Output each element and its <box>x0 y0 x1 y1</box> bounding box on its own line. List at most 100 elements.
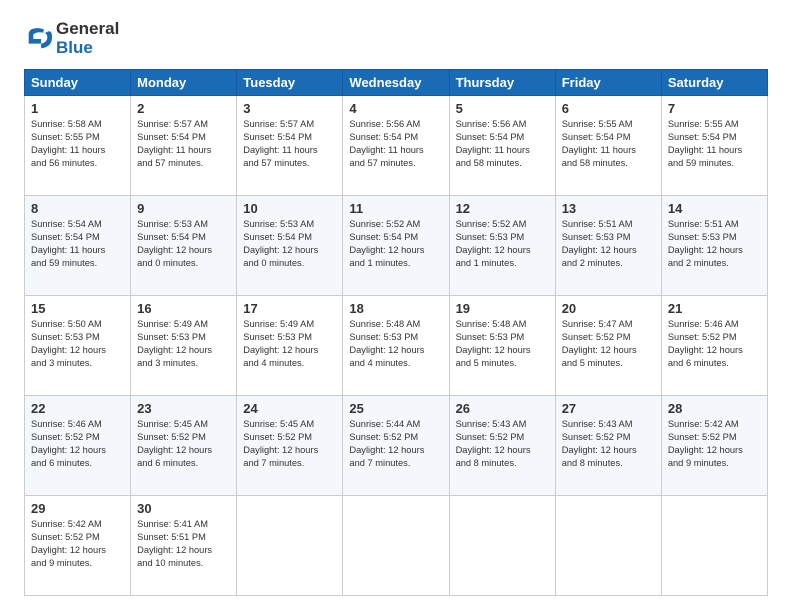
day-number: 14 <box>668 201 761 216</box>
cell-info: Sunrise: 5:46 AM Sunset: 5:52 PM Dayligh… <box>668 318 761 370</box>
col-saturday: Saturday <box>661 70 767 96</box>
table-row: 14 Sunrise: 5:51 AM Sunset: 5:53 PM Dayl… <box>661 196 767 296</box>
day-number: 20 <box>562 301 655 316</box>
table-row: 11 Sunrise: 5:52 AM Sunset: 5:54 PM Dayl… <box>343 196 449 296</box>
empty-cell <box>555 496 661 596</box>
calendar-table: Sunday Monday Tuesday Wednesday Thursday… <box>24 69 768 596</box>
table-row: 5 Sunrise: 5:56 AM Sunset: 5:54 PM Dayli… <box>449 96 555 196</box>
cell-info: Sunrise: 5:48 AM Sunset: 5:53 PM Dayligh… <box>456 318 549 370</box>
empty-cell <box>449 496 555 596</box>
table-row: 29 Sunrise: 5:42 AM Sunset: 5:52 PM Dayl… <box>25 496 131 596</box>
day-number: 23 <box>137 401 230 416</box>
empty-cell <box>237 496 343 596</box>
cell-info: Sunrise: 5:50 AM Sunset: 5:53 PM Dayligh… <box>31 318 124 370</box>
table-row: 20 Sunrise: 5:47 AM Sunset: 5:52 PM Dayl… <box>555 296 661 396</box>
cell-info: Sunrise: 5:58 AM Sunset: 5:55 PM Dayligh… <box>31 118 124 170</box>
table-row: 8 Sunrise: 5:54 AM Sunset: 5:54 PM Dayli… <box>25 196 131 296</box>
day-number: 18 <box>349 301 442 316</box>
cell-info: Sunrise: 5:52 AM Sunset: 5:54 PM Dayligh… <box>349 218 442 270</box>
col-tuesday: Tuesday <box>237 70 343 96</box>
calendar-week-row: 22 Sunrise: 5:46 AM Sunset: 5:52 PM Dayl… <box>25 396 768 496</box>
table-row: 25 Sunrise: 5:44 AM Sunset: 5:52 PM Dayl… <box>343 396 449 496</box>
cell-info: Sunrise: 5:56 AM Sunset: 5:54 PM Dayligh… <box>349 118 442 170</box>
cell-info: Sunrise: 5:57 AM Sunset: 5:54 PM Dayligh… <box>243 118 336 170</box>
table-row: 26 Sunrise: 5:43 AM Sunset: 5:52 PM Dayl… <box>449 396 555 496</box>
day-number: 13 <box>562 201 655 216</box>
table-row: 1 Sunrise: 5:58 AM Sunset: 5:55 PM Dayli… <box>25 96 131 196</box>
table-row: 17 Sunrise: 5:49 AM Sunset: 5:53 PM Dayl… <box>237 296 343 396</box>
table-row: 22 Sunrise: 5:46 AM Sunset: 5:52 PM Dayl… <box>25 396 131 496</box>
table-row: 30 Sunrise: 5:41 AM Sunset: 5:51 PM Dayl… <box>131 496 237 596</box>
calendar-header-row: Sunday Monday Tuesday Wednesday Thursday… <box>25 70 768 96</box>
table-row: 18 Sunrise: 5:48 AM Sunset: 5:53 PM Dayl… <box>343 296 449 396</box>
empty-cell <box>343 496 449 596</box>
table-row: 19 Sunrise: 5:48 AM Sunset: 5:53 PM Dayl… <box>449 296 555 396</box>
day-number: 7 <box>668 101 761 116</box>
cell-info: Sunrise: 5:43 AM Sunset: 5:52 PM Dayligh… <box>562 418 655 470</box>
day-number: 10 <box>243 201 336 216</box>
day-number: 26 <box>456 401 549 416</box>
day-number: 25 <box>349 401 442 416</box>
calendar-week-row: 1 Sunrise: 5:58 AM Sunset: 5:55 PM Dayli… <box>25 96 768 196</box>
day-number: 15 <box>31 301 124 316</box>
table-row: 7 Sunrise: 5:55 AM Sunset: 5:54 PM Dayli… <box>661 96 767 196</box>
cell-info: Sunrise: 5:51 AM Sunset: 5:53 PM Dayligh… <box>668 218 761 270</box>
table-row: 13 Sunrise: 5:51 AM Sunset: 5:53 PM Dayl… <box>555 196 661 296</box>
day-number: 24 <box>243 401 336 416</box>
day-number: 30 <box>137 501 230 516</box>
day-number: 9 <box>137 201 230 216</box>
cell-info: Sunrise: 5:55 AM Sunset: 5:54 PM Dayligh… <box>562 118 655 170</box>
cell-info: Sunrise: 5:53 AM Sunset: 5:54 PM Dayligh… <box>243 218 336 270</box>
calendar-week-row: 15 Sunrise: 5:50 AM Sunset: 5:53 PM Dayl… <box>25 296 768 396</box>
day-number: 17 <box>243 301 336 316</box>
table-row: 15 Sunrise: 5:50 AM Sunset: 5:53 PM Dayl… <box>25 296 131 396</box>
cell-info: Sunrise: 5:49 AM Sunset: 5:53 PM Dayligh… <box>137 318 230 370</box>
empty-cell <box>661 496 767 596</box>
cell-info: Sunrise: 5:45 AM Sunset: 5:52 PM Dayligh… <box>137 418 230 470</box>
cell-info: Sunrise: 5:52 AM Sunset: 5:53 PM Dayligh… <box>456 218 549 270</box>
day-number: 12 <box>456 201 549 216</box>
cell-info: Sunrise: 5:48 AM Sunset: 5:53 PM Dayligh… <box>349 318 442 370</box>
table-row: 16 Sunrise: 5:49 AM Sunset: 5:53 PM Dayl… <box>131 296 237 396</box>
logo-text: General Blue <box>56 20 119 57</box>
day-number: 27 <box>562 401 655 416</box>
cell-info: Sunrise: 5:44 AM Sunset: 5:52 PM Dayligh… <box>349 418 442 470</box>
day-number: 5 <box>456 101 549 116</box>
day-number: 19 <box>456 301 549 316</box>
day-number: 21 <box>668 301 761 316</box>
col-wednesday: Wednesday <box>343 70 449 96</box>
cell-info: Sunrise: 5:45 AM Sunset: 5:52 PM Dayligh… <box>243 418 336 470</box>
cell-info: Sunrise: 5:43 AM Sunset: 5:52 PM Dayligh… <box>456 418 549 470</box>
calendar-week-row: 8 Sunrise: 5:54 AM Sunset: 5:54 PM Dayli… <box>25 196 768 296</box>
cell-info: Sunrise: 5:42 AM Sunset: 5:52 PM Dayligh… <box>668 418 761 470</box>
table-row: 9 Sunrise: 5:53 AM Sunset: 5:54 PM Dayli… <box>131 196 237 296</box>
table-row: 6 Sunrise: 5:55 AM Sunset: 5:54 PM Dayli… <box>555 96 661 196</box>
page: General Blue Sunday Monday Tuesday Wedne… <box>0 0 792 612</box>
header: General Blue <box>24 20 768 57</box>
day-number: 11 <box>349 201 442 216</box>
table-row: 2 Sunrise: 5:57 AM Sunset: 5:54 PM Dayli… <box>131 96 237 196</box>
cell-info: Sunrise: 5:54 AM Sunset: 5:54 PM Dayligh… <box>31 218 124 270</box>
day-number: 29 <box>31 501 124 516</box>
table-row: 24 Sunrise: 5:45 AM Sunset: 5:52 PM Dayl… <box>237 396 343 496</box>
logo-icon <box>24 25 52 53</box>
table-row: 4 Sunrise: 5:56 AM Sunset: 5:54 PM Dayli… <box>343 96 449 196</box>
cell-info: Sunrise: 5:57 AM Sunset: 5:54 PM Dayligh… <box>137 118 230 170</box>
day-number: 1 <box>31 101 124 116</box>
cell-info: Sunrise: 5:46 AM Sunset: 5:52 PM Dayligh… <box>31 418 124 470</box>
logo-blue: Blue <box>56 38 93 57</box>
cell-info: Sunrise: 5:56 AM Sunset: 5:54 PM Dayligh… <box>456 118 549 170</box>
table-row: 21 Sunrise: 5:46 AM Sunset: 5:52 PM Dayl… <box>661 296 767 396</box>
table-row: 28 Sunrise: 5:42 AM Sunset: 5:52 PM Dayl… <box>661 396 767 496</box>
day-number: 2 <box>137 101 230 116</box>
cell-info: Sunrise: 5:51 AM Sunset: 5:53 PM Dayligh… <box>562 218 655 270</box>
logo-general: General <box>56 20 119 39</box>
day-number: 16 <box>137 301 230 316</box>
day-number: 28 <box>668 401 761 416</box>
cell-info: Sunrise: 5:41 AM Sunset: 5:51 PM Dayligh… <box>137 518 230 570</box>
logo: General Blue <box>24 20 119 57</box>
day-number: 4 <box>349 101 442 116</box>
col-monday: Monday <box>131 70 237 96</box>
cell-info: Sunrise: 5:47 AM Sunset: 5:52 PM Dayligh… <box>562 318 655 370</box>
cell-info: Sunrise: 5:49 AM Sunset: 5:53 PM Dayligh… <box>243 318 336 370</box>
